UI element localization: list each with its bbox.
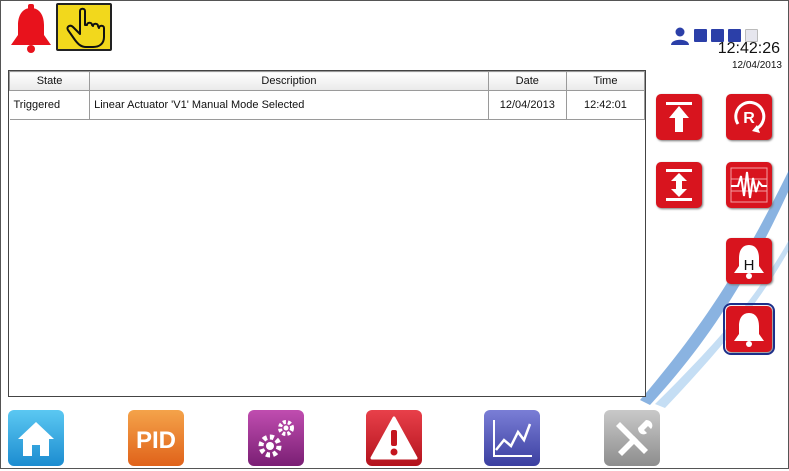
- alarms-icon: [366, 410, 422, 466]
- user-icon: [671, 27, 689, 45]
- trends-icon: [484, 410, 540, 466]
- cell-date: 12/04/2013: [488, 90, 567, 120]
- alarm-hold-icon: H: [734, 245, 764, 279]
- svg-text:H: H: [744, 257, 755, 274]
- table-row[interactable]: Triggered Linear Actuator 'V1' Manual Mo…: [9, 90, 646, 120]
- manual-mode-button[interactable]: [56, 3, 112, 51]
- cell-description: Linear Actuator 'V1' Manual Mode Selecte…: [89, 90, 489, 120]
- cell-time: 12:42:01: [566, 90, 646, 120]
- trend-signal-button[interactable]: [726, 162, 772, 208]
- reset-icon: R: [734, 100, 766, 133]
- actuator-extend-button[interactable]: [656, 94, 702, 140]
- alarm-hold-button[interactable]: H: [726, 238, 772, 284]
- svg-text:PID: PID: [136, 427, 176, 454]
- tools-icon: [604, 410, 660, 466]
- table-header-row: State Description Date Time: [8, 71, 646, 91]
- nav-home-button[interactable]: [8, 410, 64, 466]
- nav-trends-button[interactable]: [484, 410, 540, 466]
- home-icon: [8, 410, 64, 466]
- svg-text:R: R: [743, 110, 755, 127]
- clock-date: 12/04/2013: [731, 60, 782, 71]
- column-header-state[interactable]: State: [8, 71, 91, 91]
- column-header-description[interactable]: Description: [89, 71, 489, 91]
- nav-alarms-button[interactable]: [366, 410, 422, 466]
- nav-pid-button[interactable]: PID: [128, 410, 184, 466]
- clock-time: 12:42:26: [717, 40, 780, 57]
- hand-manual-icon: [66, 7, 105, 48]
- reset-button[interactable]: R: [726, 94, 772, 140]
- alarm-bell-icon[interactable]: [6, 3, 56, 53]
- actuator-range-button[interactable]: [656, 162, 702, 208]
- column-header-date[interactable]: Date: [487, 71, 567, 91]
- nav-tools-button[interactable]: [604, 410, 660, 466]
- settings-icon: [248, 410, 304, 466]
- actuator-extend-icon: [666, 102, 692, 132]
- actuator-range-icon: [666, 169, 692, 201]
- cell-state: Triggered: [9, 90, 91, 120]
- alarm-active-button[interactable]: [723, 303, 775, 355]
- pid-icon: PID: [128, 410, 184, 466]
- alarm-active-icon: [734, 313, 764, 347]
- column-header-time[interactable]: Time: [565, 71, 646, 91]
- nav-settings-button[interactable]: [248, 410, 304, 466]
- alarm-table: State Description Date Time Triggered Li…: [8, 70, 646, 397]
- trend-signal-icon: [730, 167, 768, 203]
